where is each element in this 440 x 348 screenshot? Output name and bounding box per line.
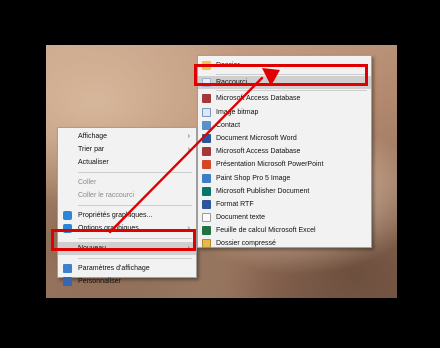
annotation-arrow: [108, 68, 280, 234]
